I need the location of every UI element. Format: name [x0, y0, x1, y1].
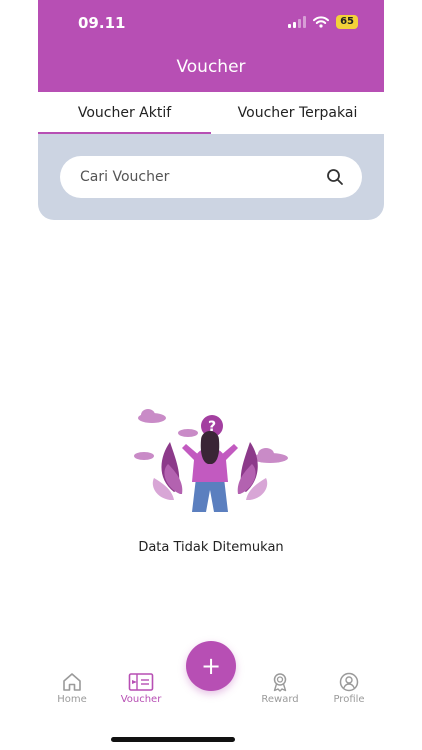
nav-label-reward: Reward — [261, 694, 299, 705]
add-voucher-button[interactable]: + — [186, 641, 236, 691]
nav-item-voucher[interactable]: Voucher — [111, 672, 171, 705]
nav-item-reward[interactable]: Reward — [250, 672, 310, 705]
wifi-icon — [313, 16, 330, 28]
tab-voucher-aktif[interactable]: Voucher Aktif — [38, 92, 211, 134]
reward-icon — [273, 673, 287, 692]
search-panel — [38, 134, 384, 220]
status-time: 09.11 — [78, 14, 126, 32]
nav-item-profile[interactable]: Profile — [319, 672, 379, 705]
empty-state-message: Data Tidak Ditemukan — [138, 540, 284, 555]
battery-icon: 65 — [336, 15, 358, 29]
status-icons: 65 — [288, 15, 358, 29]
app-header: 09.11 65 Voucher — [38, 0, 384, 92]
tab-voucher-terpakai[interactable]: Voucher Terpakai — [211, 92, 384, 134]
nav-label-voucher: Voucher — [120, 694, 162, 705]
nav-item-home[interactable]: Home — [42, 672, 102, 705]
nav-label-home: Home — [57, 694, 87, 705]
home-indicator[interactable] — [111, 737, 235, 742]
voucher-screen: 09.11 65 Voucher Voucher Aktif Voucher T… — [38, 0, 384, 750]
search-box — [60, 156, 362, 198]
search-input[interactable] — [80, 169, 326, 185]
signal-icon — [288, 16, 307, 28]
home-icon — [63, 673, 81, 691]
nav-label-profile: Profile — [333, 694, 365, 705]
page-title: Voucher — [176, 57, 246, 77]
empty-state-illustration: ? — [134, 409, 288, 512]
search-icon[interactable] — [326, 168, 344, 186]
voucher-tabs: Voucher Aktif Voucher Terpakai — [38, 92, 384, 134]
profile-icon — [339, 672, 359, 692]
voucher-icon — [128, 673, 154, 691]
